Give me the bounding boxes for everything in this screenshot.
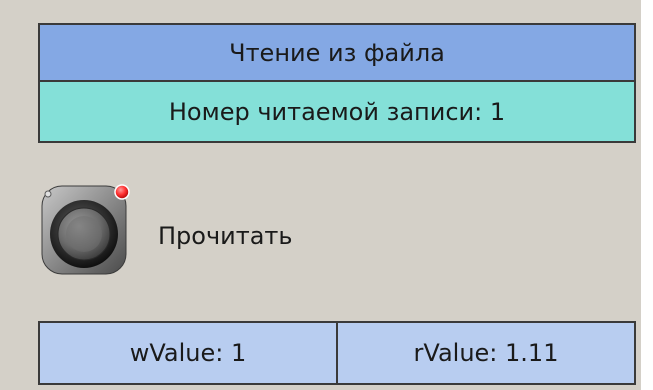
section-title-text: Чтение из файла [229,38,445,67]
w-value-display: wValue: 1 [129,339,247,367]
record-number-text: Номер читаемой записи: 1 [168,97,506,126]
read-button-label: Прочитать [158,222,293,250]
r-value-display: rValue: 1.11 [336,323,634,383]
section-title: Чтение из файла [38,23,636,82]
values-row: wValue: 1 rValue: 1.11 [38,321,636,385]
window-panel: Чтение из файла Номер читаемой записи: 1 [0,0,641,390]
read-button[interactable] [40,182,136,278]
push-button-icon [41,184,130,275]
record-number-display: Номер читаемой записи: 1 [38,80,636,143]
